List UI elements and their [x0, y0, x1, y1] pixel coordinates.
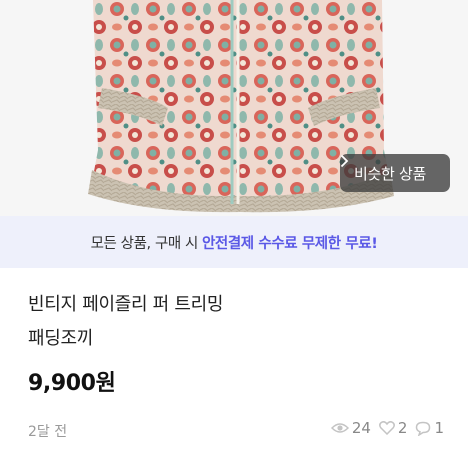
promo-highlight: 안전결제 수수료 무제한 무료! — [201, 235, 378, 252]
chats-count: 1 — [434, 419, 444, 437]
chats-stat: 1 — [415, 419, 444, 437]
promo-text: 모든 상품, 구매 시 — [90, 235, 199, 252]
views-stat: 24 — [330, 419, 371, 437]
likes-count: 2 — [397, 419, 408, 437]
eye-icon — [330, 421, 349, 435]
heart-icon — [378, 421, 395, 435]
product-price: 9,900원 — [28, 371, 116, 396]
promo-banner[interactable]: 모든 상품, 구매 시 안전결제 수수료 무제한 무료! — [0, 216, 468, 268]
product-title: 빈티지 페이즐리 퍼 트리밍 패딩조끼 — [28, 288, 448, 356]
product-stats: 24 2 1 — [327, 419, 444, 437]
views-count: 24 — [351, 419, 371, 437]
product-title-line: 패딩조끼 — [28, 328, 94, 349]
similar-products-label: 비슷한 상품 — [354, 164, 426, 183]
product-image[interactable]: 비슷한 상품 — [0, 0, 468, 216]
posted-time: 2달 전 — [28, 424, 68, 440]
likes-stat: 2 — [378, 419, 408, 437]
similar-products-button[interactable]: 비슷한 상품 — [340, 154, 450, 192]
chat-bubble-icon — [415, 421, 431, 436]
product-title-line: 빈티지 페이즐리 퍼 트리밍 — [28, 294, 224, 315]
